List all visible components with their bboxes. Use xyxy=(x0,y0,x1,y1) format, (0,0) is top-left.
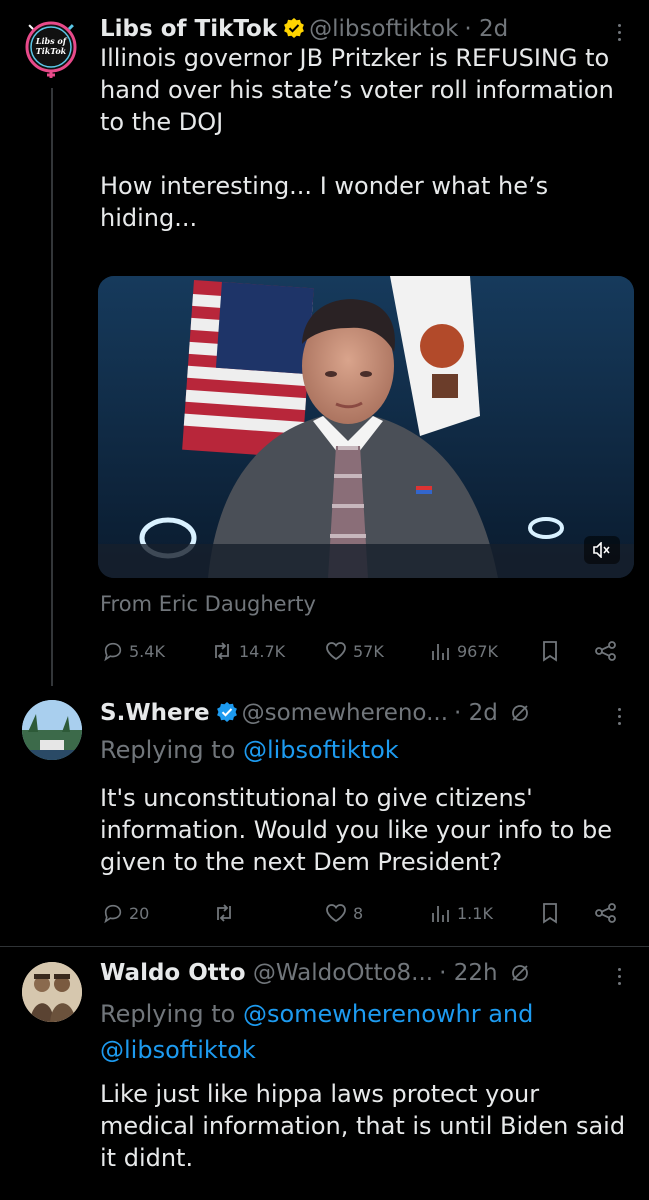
reply-header: Waldo Otto @WaldoOtto8... · 22h xyxy=(100,958,530,991)
reply-count: 20 xyxy=(129,903,150,923)
replying-to-mention-2[interactable]: @libsoftiktok xyxy=(100,1036,256,1064)
waldootto-avatar[interactable] xyxy=(22,962,82,1022)
video-player[interactable] xyxy=(98,276,634,578)
more-options-icon[interactable] xyxy=(618,968,622,989)
replying-to-mention[interactable]: @libsoftiktok xyxy=(243,736,399,764)
reply-icon xyxy=(104,904,122,924)
author-handle[interactable]: @somewhereno... xyxy=(242,700,448,726)
avatar-logo-text: Libs of TikTok xyxy=(35,36,67,56)
replying-to-label: Replying to xyxy=(100,736,236,764)
bookmark-icon xyxy=(543,903,557,924)
tweet-time[interactable]: · 2d xyxy=(464,16,508,42)
reply-text: Like just like hippa laws protect your m… xyxy=(100,1080,626,1172)
replying-to-line: Replying to @somewherenowhr and @libsoft… xyxy=(100,996,533,1068)
mute-video-icon[interactable] xyxy=(584,536,620,564)
reply-button[interactable]: 5.4K xyxy=(102,640,165,662)
replying-to-mention[interactable]: @somewherenowhr and xyxy=(243,1000,533,1028)
share-button[interactable] xyxy=(594,902,618,924)
author-name[interactable]: S.Where xyxy=(100,700,210,726)
bookmark-button[interactable] xyxy=(540,902,560,924)
view-count: 967K xyxy=(457,641,499,661)
muted-conversation-icon xyxy=(510,701,530,731)
blue-verified-icon xyxy=(216,701,238,731)
repost-icon xyxy=(215,642,229,660)
reply-text: It's unconstitutional to give citizens' … xyxy=(100,784,612,876)
like-count: 8 xyxy=(353,903,364,923)
media-attribution[interactable]: From Eric Daugherty xyxy=(100,592,316,616)
replying-to-label: Replying to xyxy=(100,1000,236,1028)
like-button[interactable]: 57K xyxy=(324,640,384,662)
reply-button[interactable]: 20 xyxy=(102,902,149,924)
tweet-action-bar: 5.4K 14.7K 57K 967K xyxy=(100,640,630,674)
reply-action-bar: 20 8 1.1K xyxy=(100,902,630,936)
share-button[interactable] xyxy=(594,640,618,662)
bookmark-icon xyxy=(543,641,557,662)
video-thumbnail xyxy=(98,276,634,578)
author-name[interactable]: Libs of TikTok xyxy=(100,16,277,42)
views-button[interactable]: 1.1K xyxy=(430,902,493,924)
muted-conversation-icon xyxy=(510,961,530,991)
author-name[interactable]: Waldo Otto xyxy=(100,960,246,986)
reply-count: 5.4K xyxy=(129,641,165,661)
repost-icon xyxy=(217,904,231,922)
author-handle[interactable]: @WaldoOtto8... xyxy=(253,960,433,986)
reply-icon xyxy=(104,642,122,662)
author-handle[interactable]: @libsoftiktok xyxy=(309,16,458,42)
replying-to-line: Replying to @libsoftiktok xyxy=(100,734,399,766)
tweet-text: Illinois governor JB Pritzker is REFUSIN… xyxy=(100,44,614,232)
repost-count: 14.7K xyxy=(239,641,286,661)
reply-header: S.Where @somewhereno... · 2d xyxy=(100,698,530,731)
tweet-time[interactable]: · 2d xyxy=(454,700,498,726)
view-count: 1.1K xyxy=(457,903,493,923)
libsoftiktok-avatar[interactable]: Libs of TikTok xyxy=(20,16,82,78)
heart-icon xyxy=(326,904,346,923)
repost-button[interactable]: 14.7K xyxy=(210,640,285,662)
like-count: 57K xyxy=(353,641,384,661)
swhere-avatar[interactable] xyxy=(22,700,82,760)
repost-button[interactable] xyxy=(212,902,236,924)
tweet-time[interactable]: · 22h xyxy=(439,960,497,986)
like-button[interactable]: 8 xyxy=(324,902,363,924)
more-options-icon[interactable] xyxy=(618,708,622,729)
share-icon xyxy=(595,903,616,923)
share-icon xyxy=(595,641,616,661)
thread-connector-line xyxy=(51,88,53,686)
heart-icon xyxy=(326,642,346,661)
views-button[interactable]: 967K xyxy=(430,640,498,662)
views-icon xyxy=(432,906,449,922)
views-icon xyxy=(432,644,449,660)
reply-divider xyxy=(0,946,649,947)
bookmark-button[interactable] xyxy=(540,640,560,662)
